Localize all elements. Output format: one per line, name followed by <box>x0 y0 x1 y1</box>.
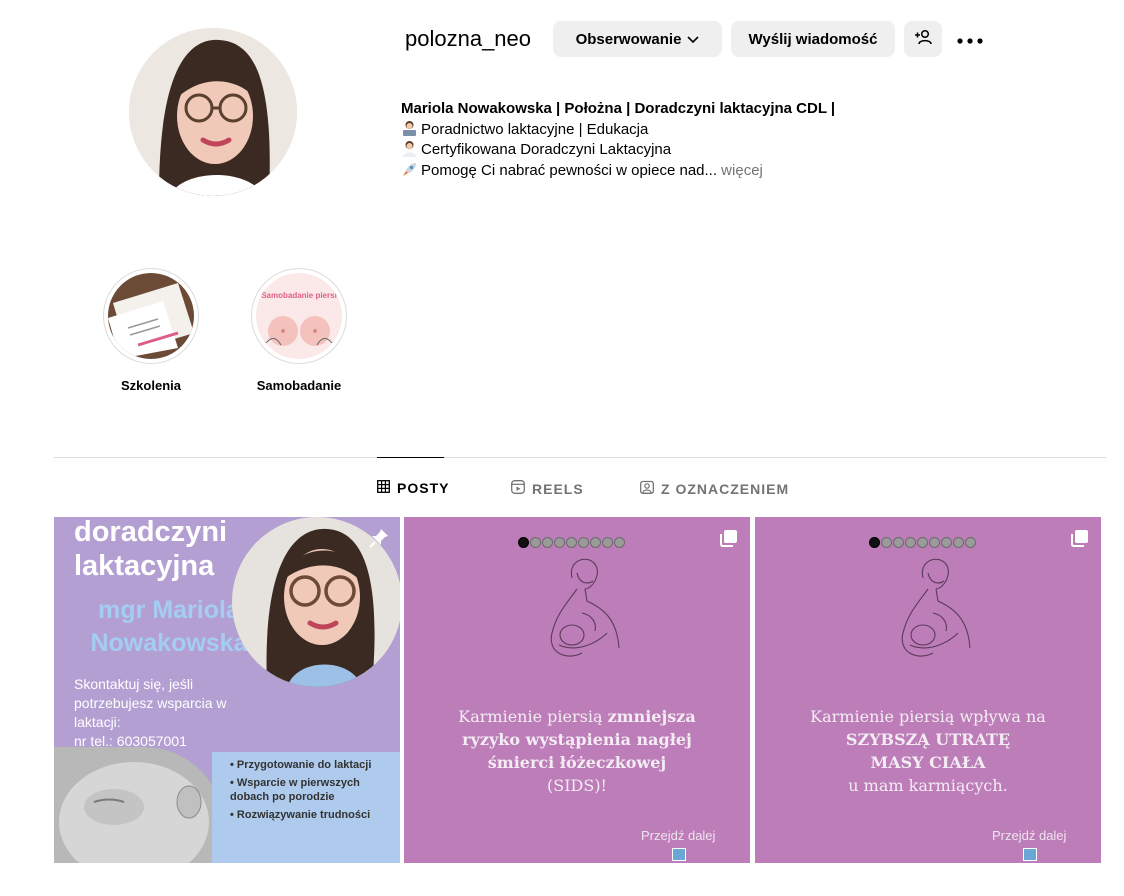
mother-baby-illustration <box>888 553 978 670</box>
post-tile-1[interactable]: doradczyni laktacyjna mgr Mariola Nowako… <box>54 517 400 863</box>
following-label: Obserwowanie <box>575 30 682 48</box>
bio-name: Mariola Nowakowska | Położna | Doradczyn… <box>401 100 836 117</box>
mother-baby-illustration <box>537 553 627 670</box>
pin-icon <box>368 527 390 554</box>
highlight-cover-image: Samobadanie piersi <box>256 273 342 359</box>
post-tile-3[interactable]: Karmienie piersią wpływa na SZYBSZĄ UTRA… <box>755 517 1101 863</box>
play-icon <box>672 848 686 861</box>
carousel-icon <box>720 529 738 552</box>
chevron-down-icon <box>687 31 700 48</box>
tab-posts[interactable]: POSTY <box>377 480 449 496</box>
carousel-icon <box>1071 529 1089 552</box>
tab-tagged[interactable]: Z OZNACZENIEM <box>640 480 789 497</box>
profile-username: polozna_neo <box>405 26 532 51</box>
highlight-label: Samobadanie <box>256 378 342 393</box>
profile-bio: Mariola Nowakowska | Położna | Doradczyn… <box>401 99 835 181</box>
woman-health-worker-icon <box>401 140 418 157</box>
woman-laptop-icon <box>401 120 418 137</box>
post-services-list: • Przygotowanie do laktacji • Wsparcie w… <box>230 759 372 821</box>
more-horizontal-icon <box>957 31 983 48</box>
post-baby-image <box>54 747 224 863</box>
post-caption: Karmienie piersią wpływa na SZYBSZĄ UTRA… <box>810 707 1046 795</box>
send-message-button[interactable]: Wyślij wiadomość <box>731 21 895 57</box>
highlight-label: Szkolenia <box>121 378 181 393</box>
rocket-icon <box>401 161 418 178</box>
play-icon <box>1023 848 1037 861</box>
next-slide-text: Przejdź dalej <box>992 828 1067 843</box>
carousel-dots <box>518 537 626 548</box>
add-user-button[interactable] <box>904 21 942 57</box>
post-caption: Karmienie piersią zmniejsza ryzyko wystą… <box>458 707 696 795</box>
bio-more-link[interactable]: więcej <box>717 162 763 179</box>
active-tab-indicator <box>377 457 444 458</box>
carousel-dots <box>869 537 977 548</box>
add-user-icon <box>914 29 932 49</box>
following-button[interactable]: Obserwowanie <box>553 21 722 57</box>
post-title: doradczyni laktacyjna <box>74 517 228 582</box>
next-slide-text: Przejdź dalej <box>641 828 716 843</box>
bio-line-2: Certyfikowana Doradczyni Laktacyjna <box>401 140 835 161</box>
reels-icon <box>511 480 532 497</box>
tagged-icon <box>640 480 661 497</box>
bio-line-3: Pomogę Ci nabrać pewności w opiece nad..… <box>401 161 835 182</box>
bio-line-1: Poradnictwo laktacyjne | Edukacja <box>401 120 835 141</box>
post-contact-text: Skontaktuj się, jeśli potrzebujesz wspar… <box>74 676 227 749</box>
grid-icon <box>377 480 397 496</box>
highlight-szkolenia[interactable] <box>103 268 199 364</box>
post-tile-2[interactable]: Karmienie piersią zmniejsza ryzyko wystą… <box>404 517 750 863</box>
profile-avatar[interactable] <box>129 28 297 196</box>
highlight-samobadanie[interactable]: Samobadanie piersi <box>251 268 347 364</box>
more-options-button[interactable] <box>952 21 988 57</box>
tabs-divider <box>54 457 1106 458</box>
tab-reels[interactable]: REELS <box>511 480 584 497</box>
highlight-cover-image <box>108 273 194 359</box>
